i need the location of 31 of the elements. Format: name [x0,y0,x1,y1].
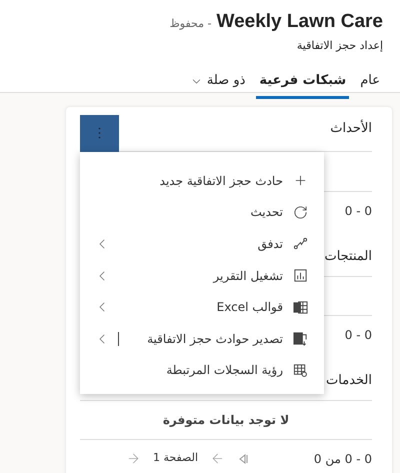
split-divider [118,332,119,346]
menu-item[interactable]: رؤية السجلات المرتبطة [80,354,324,386]
page-label: الصفحة 1 [153,450,198,466]
menu-item[interactable]: حادث حجز الاتفاقية جديد [80,165,324,197]
spreadsheet-icon [293,300,308,315]
tab[interactable]: شبكات فرعية [256,66,350,99]
save-status: - محفوظ [170,16,212,32]
record-range: 0 - 0 [344,326,372,344]
section-title: المنتجات [324,248,372,266]
section-title: الأحداث [330,119,372,138]
tab[interactable]: عام [357,66,383,99]
menu-item[interactable]: تدفق [80,228,324,260]
refresh-icon [293,204,308,220]
form-subtitle: إعداد حجز الاتفاقية [296,38,383,54]
record-range: 0 - 0 [344,202,372,220]
next-page-icon[interactable] [126,451,141,466]
flow-icon [293,236,308,252]
spreadsheet-export-icon [293,331,308,346]
record-range: 0 - 0 من 0 [314,450,372,468]
empty-message: لا توجد بيانات متوفرة [162,412,290,429]
menu-item[interactable]: تحديث [80,196,324,228]
menu-item[interactable]: تصدير حوادث حجز الاتفاقية [80,322,324,355]
more-icon [98,127,101,139]
menu-item[interactable]: تشغيل التقرير [80,260,324,292]
report-icon [293,268,308,284]
record-title: Weekly Lawn Care [216,10,383,34]
table-icon [293,362,308,378]
menu-item[interactable]: قوالب Excel [80,291,324,323]
section-title: الخدمات [326,372,372,390]
tab-dropdown[interactable]: ذو صلة [186,66,248,99]
first-page-icon[interactable] [237,452,250,464]
